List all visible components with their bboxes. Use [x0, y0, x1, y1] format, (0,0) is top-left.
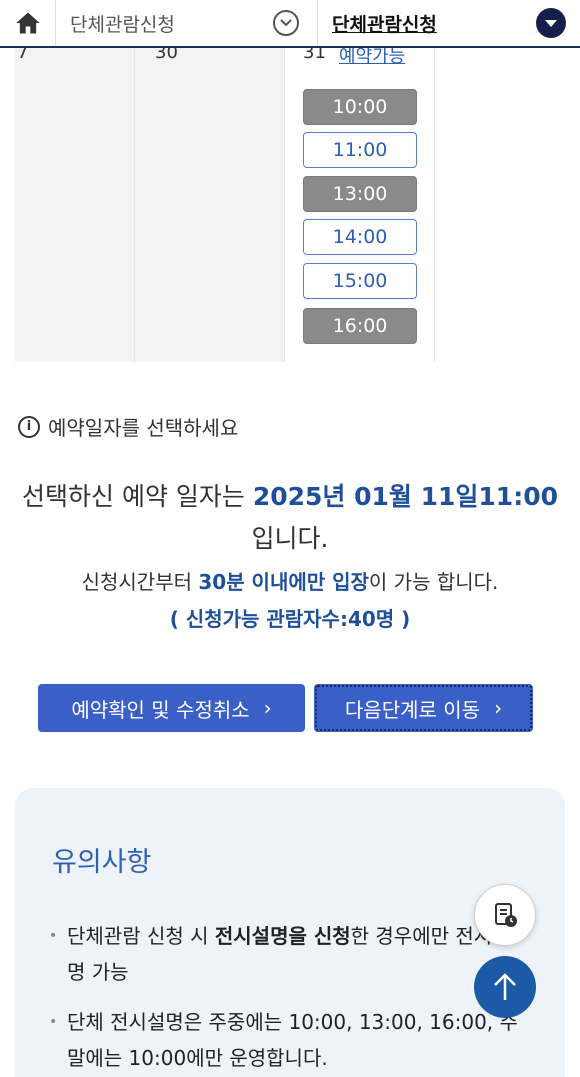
time-slot-button[interactable]: 15:00 [303, 263, 417, 299]
reservation-check-label: 예약확인 및 수정취소 [71, 697, 250, 722]
capacity-text: ( 신청가능 관람자수:40명 ) [169, 607, 411, 631]
selected-suffix: 입니다. [251, 524, 329, 553]
entry-notice-prefix: 신청시간부터 [81, 570, 199, 594]
home-icon [15, 12, 40, 34]
time-slot-button[interactable]: 16:00 [303, 308, 417, 344]
calendar-cell [15, 48, 135, 362]
breadcrumb-label-1: 단체관람신청 [70, 13, 175, 36]
next-step-button[interactable]: 다음단계로 이동 › [314, 684, 533, 732]
top-nav: 단체관람신청 단체관람신청 [0, 0, 580, 48]
caution-title: 유의사항 [52, 847, 152, 878]
breadcrumb-label-2: 단체관람신청 [332, 13, 437, 36]
hint-text: 예약일자를 선택하세요 [48, 416, 239, 440]
entry-notice-suffix: 이 가능 합니다. [368, 570, 499, 594]
time-slot-button[interactable]: 13:00 [303, 176, 417, 212]
time-slot-button[interactable]: 14:00 [303, 219, 417, 255]
calendar-grid: 7 30 31 예약가능 10:00 11:00 13:00 14:00 15:… [15, 42, 435, 362]
calendar-cell [135, 48, 285, 362]
selected-prefix: 선택하신 예약 일자는 [22, 482, 253, 511]
chevron-down-icon [273, 10, 299, 36]
time-slot-button[interactable]: 11:00 [303, 132, 417, 168]
bullet-icon: • [49, 928, 58, 944]
caution-text: 단체관람 신청 시 [67, 924, 215, 948]
selection-hint: i 예약일자를 선택하세요 [18, 412, 238, 441]
bullet-icon: • [49, 1014, 58, 1030]
selected-date-text: 선택하신 예약 일자는 2025년 01월 11일11:00 입니다. [20, 476, 560, 560]
scroll-top-button[interactable] [474, 956, 536, 1018]
chevron-right-icon: › [263, 696, 272, 720]
entry-notice-highlight: 30분 이내에만 입장 [198, 570, 369, 594]
arrow-up-icon [494, 973, 516, 1000]
breadcrumb-dropdown-2[interactable]: 단체관람신청 [318, 0, 580, 46]
document-history-button[interactable] [474, 884, 536, 946]
entry-notice: 신청시간부터 30분 이내에만 입장이 가능 합니다. [20, 566, 560, 595]
document-clock-icon [495, 903, 517, 927]
time-slot-button[interactable]: 10:00 [303, 89, 417, 125]
caution-item: • 단체관람 신청 시 전시설명을 신청한 경우에만 전시설명 가능 [49, 918, 527, 990]
selected-date: 2025년 01월 11일11:00 [252, 482, 558, 511]
caret-down-icon [536, 8, 566, 38]
reservation-check-button[interactable]: 예약확인 및 수정취소 › [38, 684, 305, 732]
caution-text: 단체 전시설명은 주중에는 10:00, 13:00, 16:00, 주말에는 … [67, 1010, 518, 1070]
info-icon: i [18, 415, 40, 438]
home-button[interactable] [0, 0, 56, 46]
breadcrumb-dropdown-1[interactable]: 단체관람신청 [56, 0, 318, 46]
next-step-label: 다음단계로 이동 [344, 697, 481, 722]
caution-bold-text: 전시설명을 신청 [214, 924, 351, 948]
chevron-right-icon: › [494, 696, 503, 720]
caution-item: • 단체 전시설명은 주중에는 10:00, 13:00, 16:00, 주말에… [49, 1004, 527, 1076]
